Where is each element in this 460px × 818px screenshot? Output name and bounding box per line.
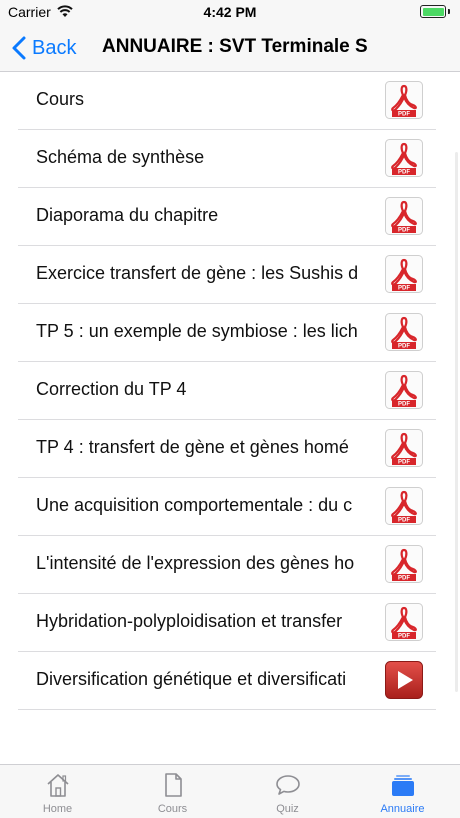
battery-cap: [448, 9, 450, 14]
battery-icon: [420, 5, 446, 18]
list-item-label: Hybridation-polyploidisation et transfer: [36, 611, 343, 631]
list-item[interactable]: Cours PDF: [0, 72, 460, 130]
list-item[interactable]: L'intensité de l'expression des gènes ho…: [0, 536, 460, 594]
pdf-icon[interactable]: PDF: [385, 139, 423, 177]
list-item-label: Diversification génétique et diversifica…: [36, 669, 347, 689]
pdf-icon[interactable]: PDF: [385, 603, 423, 641]
document-list[interactable]: Cours PDF Schéma de synthèse PDF Diapora…: [0, 72, 460, 764]
tab-label: Home: [42, 803, 73, 815]
svg-text:PDF: PDF: [398, 518, 410, 524]
pdf-icon[interactable]: PDF: [385, 255, 423, 293]
list-item-label: TP 5 : un exemple de symbiose : les lich: [36, 321, 358, 341]
svg-text:PDF: PDF: [398, 228, 410, 234]
list-item[interactable]: Hybridation-polyploidisation et transfer…: [0, 594, 460, 652]
svg-text:PDF: PDF: [398, 344, 410, 350]
svg-text:PDF: PDF: [398, 402, 410, 408]
list-item[interactable]: Diaporama du chapitre PDF: [0, 188, 460, 246]
back-button[interactable]: Back: [8, 32, 76, 64]
document-icon: [164, 773, 182, 797]
tab-label: Cours: [157, 803, 188, 815]
tab-quiz[interactable]: Quiz: [230, 765, 345, 818]
list-item-label: TP 4 : transfert de gène et gènes homé: [36, 437, 349, 457]
back-label: Back: [32, 36, 77, 59]
clock: 4:42 PM: [203, 4, 257, 20]
svg-text:PDF: PDF: [398, 170, 410, 176]
tab-label: Quiz: [276, 803, 299, 815]
list-item[interactable]: TP 5 : un exemple de symbiose : les lich…: [0, 304, 460, 362]
list-item-label: Correction du TP 4: [36, 379, 187, 399]
folder-stack-icon: [391, 775, 414, 796]
list-item-label: Cours: [36, 89, 85, 109]
list-item[interactable]: Une acquisition comportementale : du c P…: [0, 478, 460, 536]
list-item-label: Une acquisition comportementale : du c: [36, 495, 353, 515]
pdf-icon[interactable]: PDF: [385, 545, 423, 583]
svg-text:PDF: PDF: [398, 286, 410, 292]
tab-label: Annuaire: [380, 803, 425, 815]
svg-text:PDF: PDF: [398, 576, 410, 582]
pdf-icon[interactable]: PDF: [385, 487, 423, 525]
house-icon: [46, 774, 69, 797]
svg-text:PDF: PDF: [398, 112, 410, 118]
list-item-label: Schéma de synthèse: [36, 147, 205, 167]
tab-annuaire[interactable]: Annuaire: [345, 765, 460, 818]
chevron-left-icon: [12, 36, 26, 60]
navigation-bar: Back ANNUAIRE : SVT Terminale S: [0, 24, 460, 72]
tab-home[interactable]: Home: [0, 765, 115, 818]
status-bar: Carrier 4:42 PM: [0, 0, 460, 24]
video-play-icon[interactable]: [385, 661, 423, 699]
scroll-indicator[interactable]: [455, 152, 458, 692]
list-item[interactable]: Diversification génétique et diversifica…: [0, 652, 460, 710]
pdf-icon[interactable]: PDF: [385, 81, 423, 119]
tab-bar: Home Cours Quiz Annuaire: [0, 764, 460, 818]
svg-text:PDF: PDF: [398, 634, 410, 640]
list-item[interactable]: Schéma de synthèse PDF: [0, 130, 460, 188]
pdf-icon[interactable]: PDF: [385, 429, 423, 467]
list-item[interactable]: TP 4 : transfert de gène et gènes homé P…: [0, 420, 460, 478]
pdf-icon[interactable]: PDF: [385, 313, 423, 351]
speech-bubble-icon: [275, 775, 300, 795]
list-item-label: Exercice transfert de gène : les Sushis …: [36, 263, 359, 283]
list-item[interactable]: Correction du TP 4 PDF: [0, 362, 460, 420]
svg-text:PDF: PDF: [398, 460, 410, 466]
list-item[interactable]: Exercice transfert de gène : les Sushis …: [0, 246, 460, 304]
page-title: ANNUAIRE : SVT Terminale S: [102, 36, 368, 57]
list-item-label: Diaporama du chapitre: [36, 205, 219, 225]
tab-cours[interactable]: Cours: [115, 765, 230, 818]
pdf-icon[interactable]: PDF: [385, 197, 423, 235]
pdf-icon[interactable]: PDF: [385, 371, 423, 409]
list-item-label: L'intensité de l'expression des gènes ho: [36, 553, 355, 573]
